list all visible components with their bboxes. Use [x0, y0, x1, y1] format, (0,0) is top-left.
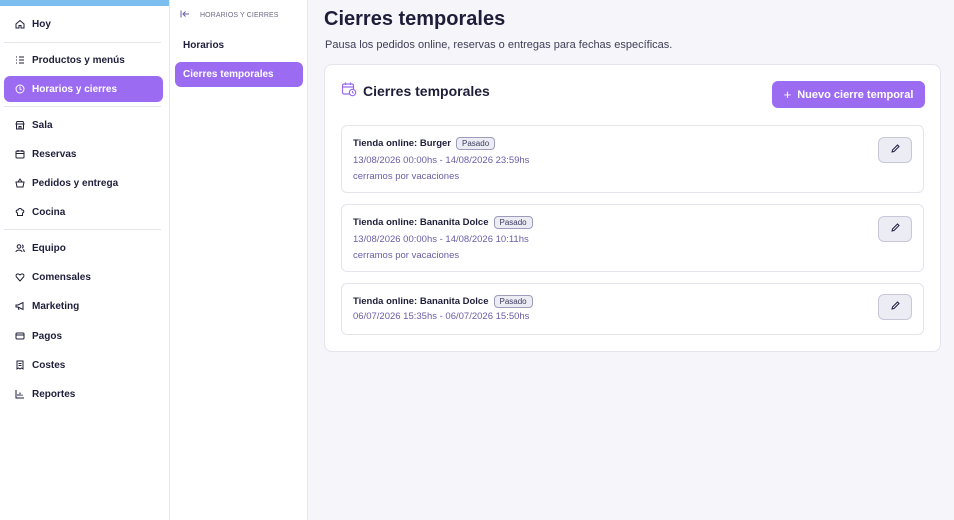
clock-icon: [12, 84, 28, 94]
sidebar-item-reportes[interactable]: Reportes: [4, 381, 163, 407]
sidebar-item-label: Horarios y cierres: [32, 83, 118, 95]
closure-item: Tienda online: Bananita Dolce Pasado 06/…: [341, 283, 924, 335]
sidebar-item-label: Reportes: [32, 388, 76, 400]
sidebar-item-cocina[interactable]: Cocina: [4, 199, 163, 225]
card-icon: [12, 331, 28, 341]
card-title: Cierres temporales: [341, 81, 490, 100]
sidebar-item-comensales[interactable]: Comensales: [4, 264, 163, 290]
closure-note: cerramos por vacaciones: [353, 250, 460, 261]
list-icon: [12, 55, 28, 65]
divider: [4, 42, 161, 43]
sidebar-item-label: Reservas: [32, 148, 77, 160]
pencil-icon: [890, 220, 901, 238]
status-badge: Pasado: [456, 137, 496, 150]
divider: [4, 229, 161, 230]
pencil-icon: [890, 141, 901, 159]
sidebar-item-label: Cocina: [32, 206, 66, 218]
subnav-item-cierres-temporales[interactable]: Cierres temporales: [175, 62, 303, 87]
closure-name: Tienda online: Bananita Dolce: [353, 217, 489, 228]
closure-header: Tienda online: Bananita Dolce Pasado: [353, 295, 533, 308]
subnav-item-horarios[interactable]: Horarios: [175, 33, 303, 58]
sidebar-item-label: Equipo: [32, 242, 66, 254]
basket-icon: [12, 178, 28, 188]
sidebar-item-reservas[interactable]: Reservas: [4, 141, 163, 167]
sidebar-item-label: Marketing: [32, 300, 80, 312]
sidebar-item-horarios[interactable]: Horarios y cierres: [4, 76, 163, 102]
store-icon: [12, 120, 28, 130]
sidebar-item-equipo[interactable]: Equipo: [4, 235, 163, 261]
edit-button[interactable]: [878, 216, 912, 242]
receipt-icon: [12, 360, 28, 370]
calendar-clock-icon: [341, 81, 363, 100]
home-icon: [12, 19, 28, 29]
sidebar-item-costes[interactable]: Costes: [4, 352, 163, 378]
edit-button[interactable]: [878, 137, 912, 163]
closure-name: Tienda online: Burger: [353, 138, 452, 149]
status-badge: Pasado: [493, 216, 533, 229]
subnav-header-label: HORARIOS Y CIERRES: [200, 11, 279, 19]
chart-icon: [12, 389, 28, 399]
sidebar-item-marketing[interactable]: Marketing: [4, 293, 163, 319]
closure-name: Tienda online: Bananita Dolce: [353, 296, 489, 307]
main-content: Cierres temporales Pausa los pedidos onl…: [308, 0, 954, 520]
card-title-label: Cierres temporales: [363, 82, 490, 99]
closure-dates: 13/08/2026 00:00hs - 14/08/2026 23:59hs: [353, 155, 530, 166]
collapse-icon[interactable]: [180, 9, 200, 21]
plus-icon: +: [783, 87, 792, 102]
sidebar-item-hoy[interactable]: Hoy: [4, 11, 163, 37]
sidebar-item-label: Comensales: [32, 271, 91, 283]
subnav-item-label: Cierres temporales: [183, 69, 274, 80]
page-subtitle: Pausa los pedidos online, reservas o ent…: [325, 39, 673, 51]
sidebar-item-label: Costes: [32, 359, 66, 371]
closure-dates: 13/08/2026 00:00hs - 14/08/2026 10:11hs: [353, 234, 529, 245]
sidebar-item-label: Hoy: [32, 18, 51, 30]
sidebar-item-label: Pedidos y entrega: [32, 177, 119, 189]
sidebar-item-pedidos[interactable]: Pedidos y entrega: [4, 170, 163, 196]
sidebar-top-strip: [0, 0, 169, 6]
closure-item: Tienda online: Burger Pasado 13/08/2026 …: [341, 125, 924, 193]
calendar-icon: [12, 149, 28, 159]
closures-card: Cierres temporales + Nuevo cierre tempor…: [324, 64, 941, 352]
chef-hat-icon: [12, 207, 28, 217]
sidebar: Hoy Productos y menús Horarios y cierres…: [0, 0, 170, 520]
users-icon: [12, 243, 28, 253]
sidebar-item-productos[interactable]: Productos y menús: [4, 47, 163, 73]
page-title: Cierres temporales: [324, 8, 506, 30]
sidebar-item-label: Pagos: [32, 330, 63, 342]
megaphone-icon: [12, 301, 28, 311]
edit-button[interactable]: [878, 294, 912, 320]
closure-dates: 06/07/2026 15:35hs - 06/07/2026 15:50hs: [353, 311, 530, 322]
subnav: HORARIOS Y CIERRES Horarios Cierres temp…: [170, 0, 308, 520]
closure-item: Tienda online: Bananita Dolce Pasado 13/…: [341, 204, 924, 272]
sidebar-item-pagos[interactable]: Pagos: [4, 323, 163, 349]
sidebar-item-sala[interactable]: Sala: [4, 112, 163, 138]
heart-icon: [12, 272, 28, 282]
sidebar-item-label: Sala: [32, 119, 53, 131]
divider: [4, 106, 161, 107]
subnav-item-label: Horarios: [183, 40, 225, 51]
new-closure-label: Nuevo cierre temporal: [797, 88, 914, 101]
closure-header: Tienda online: Burger Pasado: [353, 137, 496, 150]
sidebar-item-label: Productos y menús: [32, 54, 125, 66]
new-closure-button[interactable]: + Nuevo cierre temporal: [772, 81, 925, 108]
status-badge: Pasado: [493, 295, 533, 308]
subnav-header: HORARIOS Y CIERRES: [180, 9, 279, 21]
closure-note: cerramos por vacaciones: [353, 171, 460, 182]
closure-header: Tienda online: Bananita Dolce Pasado: [353, 216, 533, 229]
pencil-icon: [890, 298, 901, 316]
